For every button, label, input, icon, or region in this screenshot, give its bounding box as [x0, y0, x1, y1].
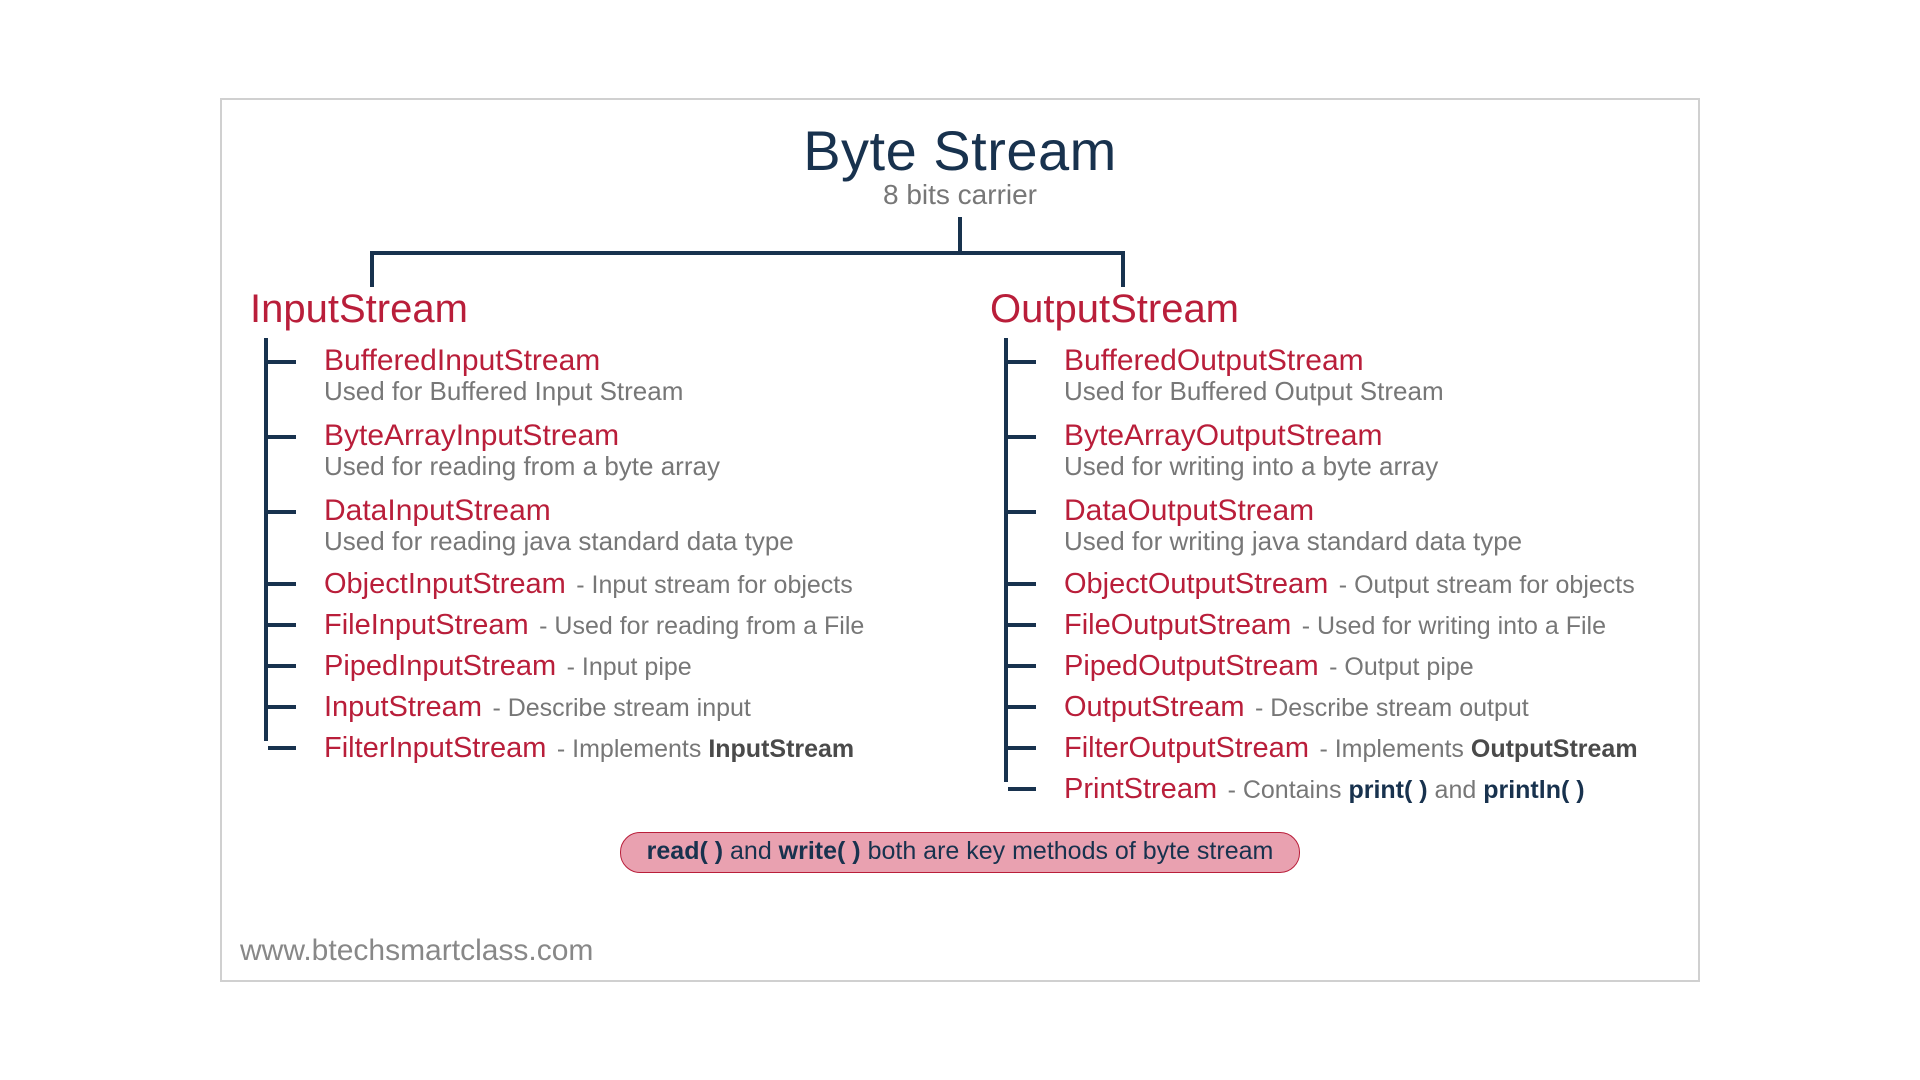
class-name: ByteArrayInputStream — [324, 419, 930, 453]
class-name: OutputStream — [1064, 691, 1245, 723]
class-name: ObjectOutputStream — [1064, 568, 1328, 600]
class-name: FileInputStream — [324, 609, 529, 641]
node-pipedinputstream: PipedInputStream - Input pipe — [296, 646, 930, 687]
class-desc: Used for writing java standard data type — [1064, 526, 1670, 557]
inputstream-heading: InputStream — [250, 287, 930, 332]
class-desc: - Output stream for objects — [1339, 571, 1635, 599]
diagram-canvas: Byte Stream 8 bits carrier InputStream B… — [220, 98, 1700, 982]
outputstream-column: OutputStream BufferedOutputStream Used f… — [990, 287, 1670, 810]
footer-note-wrap: read( ) and write( ) both are key method… — [250, 832, 1670, 873]
class-name: DataInputStream — [324, 494, 930, 528]
class-name: PrintStream — [1064, 773, 1217, 805]
node-objectinputstream: ObjectInputStream - Input stream for obj… — [296, 564, 930, 605]
class-desc: - Describe stream input — [492, 694, 750, 722]
class-desc: Used for Buffered Output Stream — [1064, 376, 1670, 407]
title-block: Byte Stream 8 bits carrier — [250, 118, 1670, 211]
node-printstream: PrintStream - Contains print( ) and prin… — [1036, 769, 1670, 810]
class-name: FilterOutputStream — [1064, 732, 1309, 764]
class-desc: Used for reading from a byte array — [324, 451, 930, 482]
class-desc: - Input pipe — [567, 653, 692, 681]
class-desc: Used for reading java standard data type — [324, 526, 930, 557]
class-desc: - Describe stream output — [1255, 694, 1529, 722]
footer-note: read( ) and write( ) both are key method… — [620, 832, 1301, 873]
outputstream-heading: OutputStream — [990, 287, 1670, 332]
watermark: www.btechsmartclass.com — [240, 934, 593, 968]
node-objectoutputstream: ObjectOutputStream - Output stream for o… — [1036, 564, 1670, 605]
node-datainputstream: DataInputStream Used for reading java st… — [296, 488, 930, 563]
class-desc: - Input stream for objects — [576, 571, 853, 599]
class-name: DataOutputStream — [1064, 494, 1670, 528]
class-desc: - Contains print( ) and println( ) — [1228, 776, 1585, 804]
node-filterinputstream: FilterInputStream - Implements InputStre… — [296, 728, 930, 769]
outputstream-tree: BufferedOutputStream Used for Buffered O… — [990, 338, 1670, 810]
class-name: ObjectInputStream — [324, 568, 566, 600]
columns: InputStream BufferedInputStream Used for… — [250, 287, 1670, 810]
inputstream-tree: BufferedInputStream Used for Buffered In… — [250, 338, 930, 769]
node-bytearrayoutputstream: ByteArrayOutputStream Used for writing i… — [1036, 413, 1670, 488]
class-name: InputStream — [324, 691, 482, 723]
class-desc: Used for Buffered Input Stream — [324, 376, 930, 407]
node-dataoutputstream: DataOutputStream Used for writing java s… — [1036, 488, 1670, 563]
class-desc: - Used for writing into a File — [1302, 612, 1606, 640]
class-name: PipedInputStream — [324, 650, 556, 682]
node-fileoutputstream: FileOutputStream - Used for writing into… — [1036, 605, 1670, 646]
node-outputstream: OutputStream - Describe stream output — [1036, 687, 1670, 728]
class-desc: Used for writing into a byte array — [1064, 451, 1670, 482]
diagram-title: Byte Stream — [250, 118, 1670, 183]
diagram-subtitle: 8 bits carrier — [250, 179, 1670, 211]
node-fileinputstream: FileInputStream - Used for reading from … — [296, 605, 930, 646]
class-name: ByteArrayOutputStream — [1064, 419, 1670, 453]
class-name: BufferedOutputStream — [1064, 344, 1670, 378]
inputstream-column: InputStream BufferedInputStream Used for… — [250, 287, 930, 810]
node-bufferedinputstream: BufferedInputStream Used for Buffered In… — [296, 338, 930, 413]
tree-connector — [250, 217, 1670, 287]
class-desc: - Used for reading from a File — [539, 612, 864, 640]
class-desc: - Implements InputStream — [557, 735, 854, 763]
class-name: FileOutputStream — [1064, 609, 1291, 641]
node-bytearrayinputstream: ByteArrayInputStream Used for reading fr… — [296, 413, 930, 488]
node-inputstream: InputStream - Describe stream input — [296, 687, 930, 728]
class-name: PipedOutputStream — [1064, 650, 1319, 682]
node-filteroutputstream: FilterOutputStream - Implements OutputSt… — [1036, 728, 1670, 769]
class-name: BufferedInputStream — [324, 344, 930, 378]
class-desc: - Implements OutputStream — [1319, 735, 1637, 763]
node-pipedoutputstream: PipedOutputStream - Output pipe — [1036, 646, 1670, 687]
node-bufferedoutputstream: BufferedOutputStream Used for Buffered O… — [1036, 338, 1670, 413]
class-name: FilterInputStream — [324, 732, 546, 764]
class-desc: - Output pipe — [1329, 653, 1474, 681]
